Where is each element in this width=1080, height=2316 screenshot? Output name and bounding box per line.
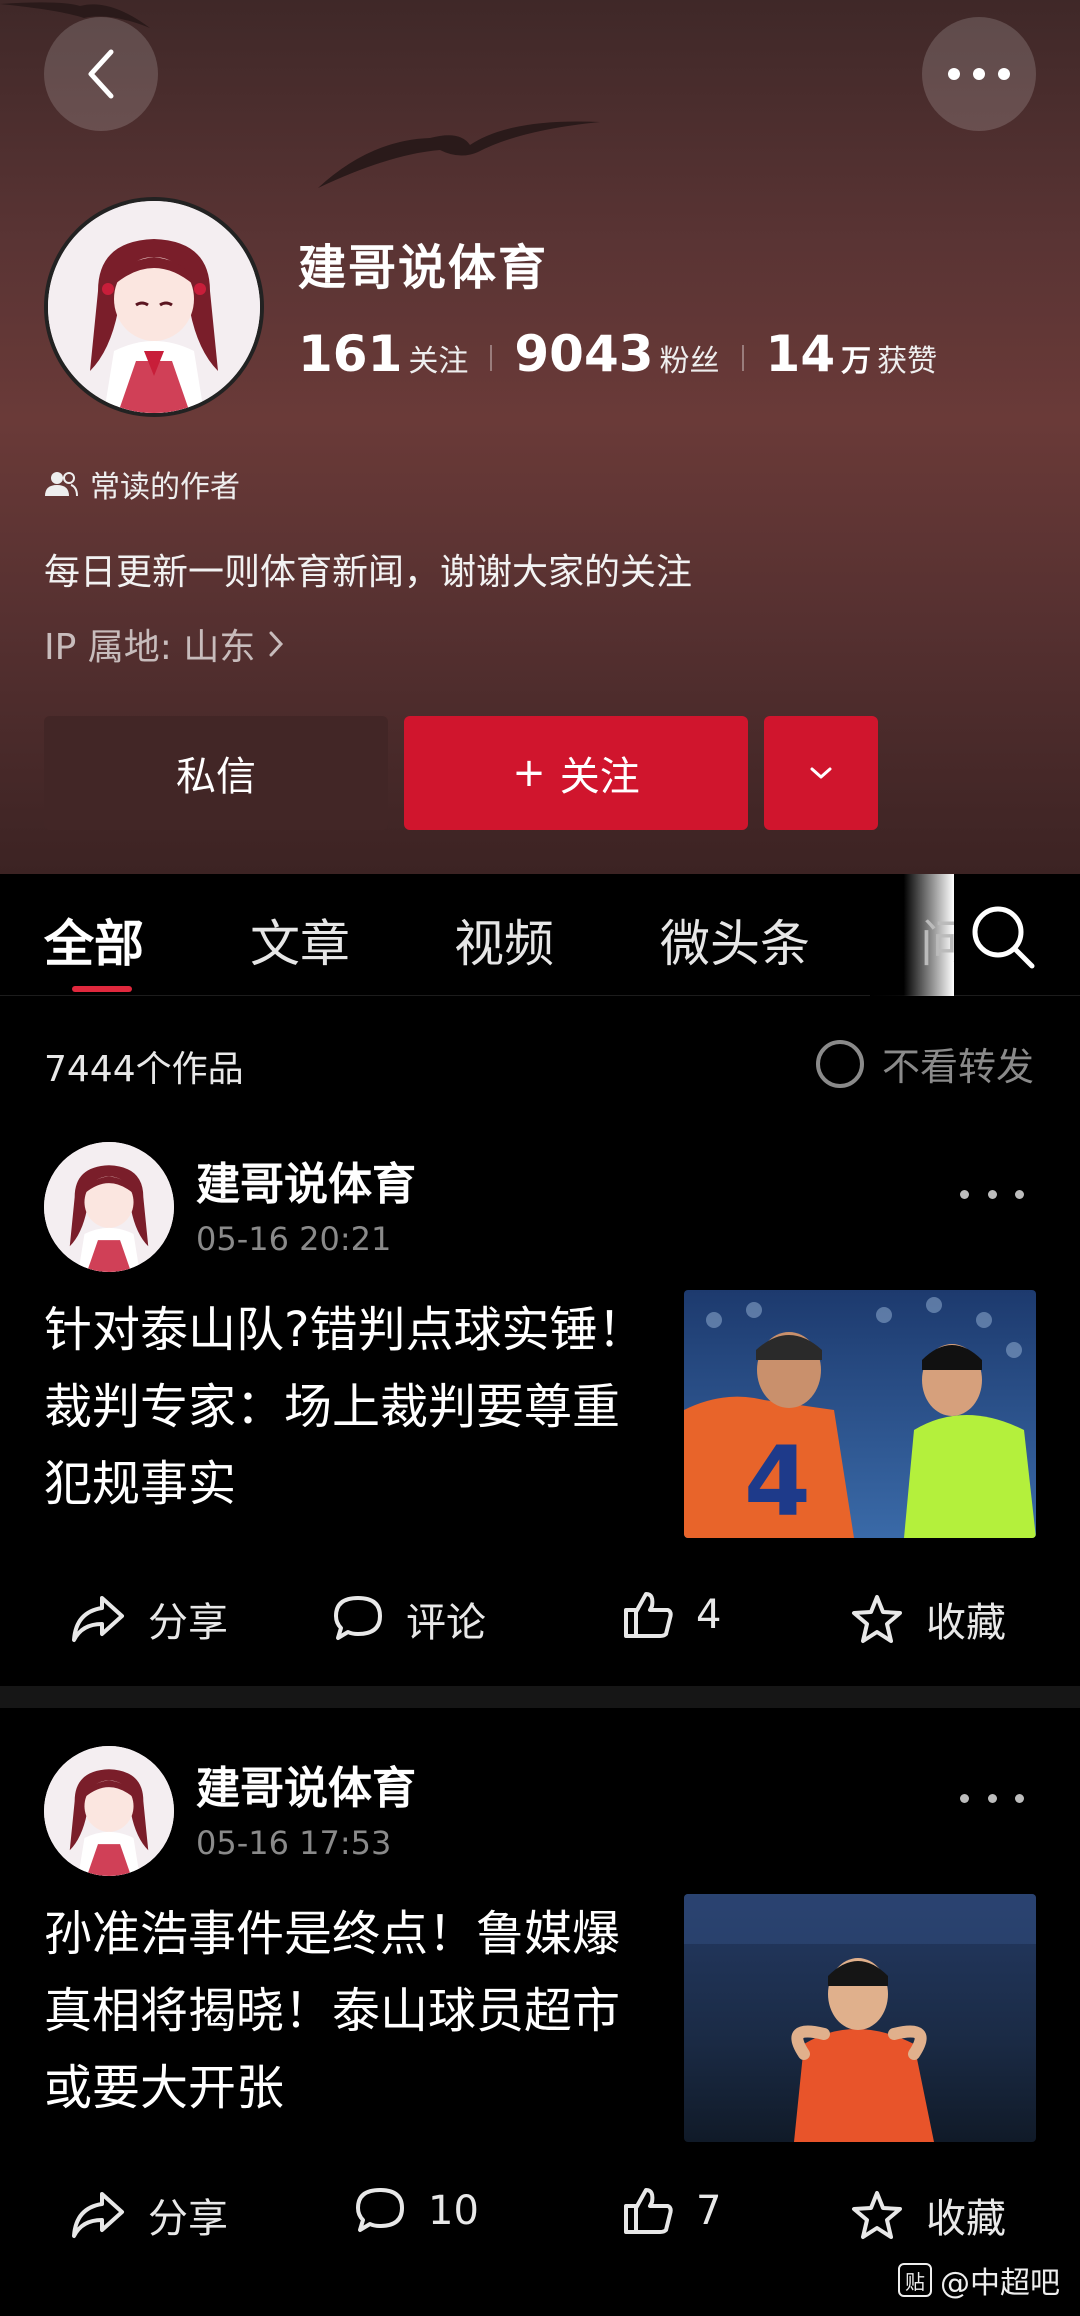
bird-decoration xyxy=(318,121,600,188)
fans-stat[interactable]: 9043 粉丝 xyxy=(514,325,719,383)
star-icon xyxy=(852,1595,902,1643)
tab-all[interactable]: 全部 xyxy=(44,904,144,976)
comment-label: 评论 xyxy=(406,1600,486,1646)
likes-count: 14 xyxy=(765,325,836,383)
following-count: 161 xyxy=(298,325,403,383)
hide-reposts-toggle[interactable]: 不看转发 xyxy=(815,1036,1034,1091)
star-icon xyxy=(852,2191,902,2239)
comment-button[interactable]: 10 xyxy=(354,2186,479,2236)
search-icon[interactable] xyxy=(968,902,1038,972)
stat-divider xyxy=(741,345,744,371)
anime-girl-avatar-icon xyxy=(44,1746,174,1876)
tieba-logo-icon: 贴 xyxy=(898,2263,932,2297)
hide-reposts-label: 不看转发 xyxy=(881,1045,1034,1089)
ip-location[interactable]: IP 属地: 山东 xyxy=(44,618,285,670)
tab-videos[interactable]: 视频 xyxy=(454,904,554,976)
football-players-image-icon: 4 xyxy=(684,1290,1036,1538)
likes-unit: 万 xyxy=(841,344,872,379)
comment-icon xyxy=(334,1596,382,1640)
fans-count: 9043 xyxy=(514,325,654,383)
chevron-down-icon xyxy=(810,767,832,779)
follow-button-label: 关注 xyxy=(559,754,640,800)
thumbs-up-icon xyxy=(624,1592,673,1638)
watermark-text: @中超吧 xyxy=(940,2266,1060,2301)
comment-count: 10 xyxy=(428,2188,479,2234)
message-button-label: 私信 xyxy=(176,754,256,800)
watermark: 贴 @中超吧 xyxy=(898,2258,1060,2302)
share-label: 分享 xyxy=(148,2196,228,2242)
following-label: 关注 xyxy=(408,344,469,379)
feed-post[interactable]: 建哥说体育 05-16 20:21 针对泰山队?错判点球实锤！裁判专家：场上裁判… xyxy=(0,1120,1080,1686)
like-button[interactable]: 4 xyxy=(622,1590,721,1640)
post-avatar[interactable] xyxy=(44,1746,174,1876)
post-title[interactable]: 孙准浩事件是终点！鲁媒爆真相将揭晓！泰山球员超市或要大开张 xyxy=(44,1896,664,2127)
post-more-button[interactable] xyxy=(960,1184,1024,1204)
share-button[interactable]: 分享 xyxy=(70,1590,228,1648)
more-icon xyxy=(948,68,1010,80)
people-icon xyxy=(45,472,78,497)
works-count: 7444个作品 xyxy=(44,1049,244,1090)
stat-divider xyxy=(490,345,493,371)
share-label: 分享 xyxy=(148,1600,228,1646)
anime-girl-avatar-icon xyxy=(44,1142,174,1272)
like-button[interactable]: 7 xyxy=(622,2186,721,2236)
post-time: 05-16 20:21 xyxy=(196,1220,392,1258)
active-tab-indicator xyxy=(72,986,132,992)
message-button[interactable]: 私信 xyxy=(44,716,388,830)
favorite-label: 收藏 xyxy=(926,1600,1006,1646)
share-icon xyxy=(72,1596,124,1642)
profile-stats: 161 关注 9043 粉丝 14 万获赞 xyxy=(298,325,937,383)
more-button[interactable] xyxy=(922,17,1036,131)
post-avatar[interactable] xyxy=(44,1142,174,1272)
favorite-button[interactable]: 收藏 xyxy=(850,1590,1006,1648)
fans-label: 粉丝 xyxy=(659,344,720,379)
post-more-button[interactable] xyxy=(960,1788,1024,1808)
anime-girl-avatar-icon xyxy=(48,201,260,413)
chevron-left-icon xyxy=(88,49,114,99)
profile-name: 建哥说体育 xyxy=(298,240,549,296)
tab-micro-posts[interactable]: 微头条 xyxy=(660,904,810,976)
reader-badge: 常读的作者 xyxy=(44,462,240,506)
like-count: 4 xyxy=(696,1592,722,1638)
post-divider xyxy=(0,1686,1080,1708)
profile-bio: 每日更新一则体育新闻，谢谢大家的关注 xyxy=(44,552,693,593)
tab-qa[interactable]: 问 xyxy=(920,904,954,976)
feed-post[interactable]: 建哥说体育 05-16 17:53 孙准浩事件是终点！鲁媒爆真相将揭晓！泰山球员… xyxy=(0,1708,1080,2316)
svg-text:4: 4 xyxy=(744,1426,811,1538)
post-thumbnail[interactable] xyxy=(684,1894,1036,2142)
radio-icon xyxy=(815,1039,864,1088)
share-icon xyxy=(72,2192,124,2238)
plus-icon: + xyxy=(512,750,546,796)
back-button[interactable] xyxy=(44,17,158,131)
like-count: 7 xyxy=(696,2188,722,2234)
comment-icon xyxy=(356,2188,404,2232)
tab-articles[interactable]: 文章 xyxy=(250,904,350,976)
following-stat[interactable]: 161 关注 xyxy=(298,325,468,383)
football-player-image-icon xyxy=(684,1894,1036,2142)
avatar[interactable] xyxy=(44,197,264,417)
chevron-right-icon xyxy=(269,631,284,657)
comment-button[interactable]: 评论 xyxy=(332,1590,486,1648)
likes-label: 获赞 xyxy=(877,344,938,379)
content-tabs: 全部 文章 视频 微头条 问 xyxy=(0,874,1080,996)
post-author[interactable]: 建哥说体育 xyxy=(196,1148,416,1212)
share-button[interactable]: 分享 xyxy=(70,2186,228,2244)
recommend-dropdown-button[interactable] xyxy=(764,716,878,830)
follow-button[interactable]: + 关注 xyxy=(404,716,748,830)
favorite-button[interactable]: 收藏 xyxy=(850,2186,1006,2244)
thumbs-up-icon xyxy=(624,2188,673,2234)
post-time: 05-16 17:53 xyxy=(196,1824,392,1862)
ip-location-label: IP 属地: 山东 xyxy=(44,627,256,668)
post-author[interactable]: 建哥说体育 xyxy=(196,1752,416,1816)
profile-header: 建哥说体育 161 关注 9043 粉丝 14 万获赞 常读的作者 每日更新一则体育新… xyxy=(0,0,1080,874)
likes-stat[interactable]: 14 万获赞 xyxy=(766,325,938,383)
reader-badge-label: 常读的作者 xyxy=(90,470,240,505)
post-thumbnail[interactable]: 4 xyxy=(684,1290,1036,1538)
favorite-label: 收藏 xyxy=(926,2196,1006,2242)
post-title[interactable]: 针对泰山队?错判点球实锤！裁判专家：场上裁判要尊重犯规事实 xyxy=(44,1292,664,1523)
